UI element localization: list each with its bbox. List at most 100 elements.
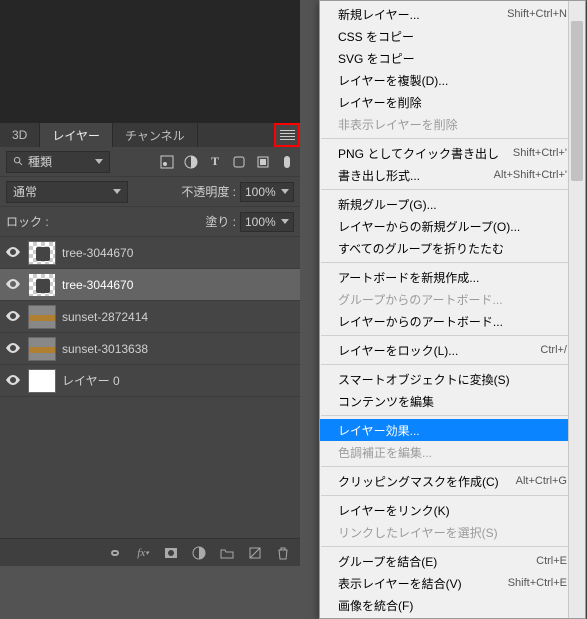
filter-smart-icon[interactable] [256,155,270,169]
panel-menu-button[interactable] [274,123,300,147]
layer-thumbnail[interactable] [28,369,56,393]
visibility-icon[interactable] [4,246,22,260]
menu-item[interactable]: レイヤーからのアートボード... [320,310,585,332]
menu-item-shortcut: Shift+Ctrl+N [507,8,567,20]
layer-row[interactable]: sunset-3013638 [0,333,300,365]
menu-item[interactable]: クリッピングマスクを作成(C)Alt+Ctrl+G [320,470,585,492]
filter-switch[interactable] [280,155,294,169]
visibility-icon[interactable] [4,374,22,388]
menu-separator [321,364,584,365]
menu-item-label: アートボードを新規作成... [338,269,479,286]
filter-type-icon[interactable]: T [208,155,222,169]
filter-adjust-icon[interactable] [184,155,198,169]
dropdown-icon [95,159,103,164]
search-icon [13,156,24,167]
mask-icon[interactable] [164,546,178,560]
menu-item-label: レイヤー効果... [338,422,420,439]
group-icon[interactable] [220,546,234,560]
layer-row[interactable]: tree-3044670 [0,269,300,301]
blend-mode-select[interactable]: 通常 [6,181,128,203]
menu-separator [321,466,584,467]
menu-item: 色調補正を編集... [320,441,585,463]
opacity-field[interactable]: 100% [240,182,294,202]
fill-value: 100% [245,215,276,229]
menu-item-label: レイヤーからの新規グループ(O)... [338,218,520,235]
fill-label: 塗り : [205,213,236,230]
blend-row: 通常 不透明度 : 100% [0,177,300,207]
filter-pixel-icon[interactable] [160,155,174,169]
menu-item: グループからのアートボード... [320,288,585,310]
visibility-icon[interactable] [4,310,22,324]
menu-item[interactable]: アートボードを新規作成... [320,266,585,288]
filter-select[interactable]: 種類 [6,151,110,173]
menu-item-label: グループを結合(E) [338,553,437,570]
tab-layers[interactable]: レイヤー [40,123,113,147]
opacity-label: 不透明度 : [181,183,236,200]
menu-item-label: PNG としてクイック書き出し [338,145,499,162]
menu-item-label: 新規グループ(G)... [338,196,437,213]
layer-thumbnail[interactable] [28,305,56,329]
menu-item-label: レイヤーからのアートボード... [338,313,503,330]
visibility-icon[interactable] [4,278,22,292]
layer-name: レイヤー 0 [62,372,300,389]
menu-item-label: CSS をコピー [338,28,414,45]
menu-item[interactable]: コンテンツを編集 [320,390,585,412]
visibility-icon[interactable] [4,342,22,356]
menu-separator [321,189,584,190]
scrollbar[interactable] [568,1,585,618]
menu-item[interactable]: 新規レイヤー... Shift+Ctrl+N [320,3,585,25]
menu-item-label: 新規レイヤー... [338,6,420,23]
menu-item-label: 画像を統合(F) [338,597,413,614]
new-layer-icon[interactable] [248,546,262,560]
menu-item[interactable]: レイヤーからの新規グループ(O)... [320,215,585,237]
menu-item[interactable]: レイヤーをロック(L)...Ctrl+/ [320,339,585,361]
layer-thumbnail[interactable] [28,241,56,265]
fx-icon[interactable]: fx▾ [136,546,150,560]
layer-thumbnail[interactable] [28,337,56,361]
tab-3d[interactable]: 3D [0,123,40,147]
filter-label: 種類 [28,153,52,170]
menu-separator [321,415,584,416]
menu-item[interactable]: レイヤーをリンク(K) [320,499,585,521]
trash-icon[interactable] [276,546,290,560]
tab-channels[interactable]: チャンネル [113,123,198,147]
menu-item: リンクしたレイヤーを選択(S) [320,521,585,543]
menu-item[interactable]: 表示レイヤーを結合(V)Shift+Ctrl+E [320,572,585,594]
layer-thumbnail[interactable] [28,273,56,297]
menu-item[interactable]: スマートオブジェクトに変換(S) [320,368,585,390]
layer-name: sunset-3013638 [62,342,300,356]
menu-item[interactable]: グループを結合(E) Ctrl+E [320,550,585,572]
menu-item-label: レイヤーをリンク(K) [338,502,450,519]
menu-item-shortcut: Shift+Ctrl+' [513,147,567,159]
menu-item[interactable]: 新規グループ(G)... [320,193,585,215]
menu-separator [321,262,584,263]
menu-separator [321,138,584,139]
menu-item[interactable]: PNG としてクイック書き出し Shift+Ctrl+' [320,142,585,164]
menu-item-label: グループからのアートボード... [338,291,503,308]
menu-item[interactable]: レイヤーを削除 [320,91,585,113]
menu-item-shortcut: Ctrl+E [536,555,567,567]
menu-item[interactable]: すべてのグループを折りたたむ [320,237,585,259]
link-icon[interactable] [108,546,122,560]
menu-item-shortcut: Alt+Ctrl+G [516,475,567,487]
menu-item[interactable]: レイヤーを複製(D)... [320,69,585,91]
layer-row[interactable]: tree-3044670 [0,237,300,269]
adjustment-icon[interactable] [192,546,206,560]
menu-item[interactable]: SVG をコピー [320,47,585,69]
menu-item[interactable]: 書き出し形式...Alt+Shift+Ctrl+' [320,164,585,186]
menu-item-label: スマートオブジェクトに変換(S) [338,371,510,388]
panel-footer: fx▾ [0,538,300,566]
menu-item-label: 表示レイヤーを結合(V) [338,575,462,592]
canvas-area [0,0,300,123]
scrollbar-thumb[interactable] [571,21,583,181]
menu-item-label: 非表示レイヤーを削除 [338,116,458,133]
fill-field[interactable]: 100% [240,212,294,232]
menu-item[interactable]: CSS をコピー [320,25,585,47]
menu-item[interactable]: レイヤー効果... [320,419,585,441]
menu-separator [321,495,584,496]
menu-item[interactable]: 画像を統合(F) [320,594,585,616]
filter-shape-icon[interactable] [232,155,246,169]
layer-row[interactable]: sunset-2872414 [0,301,300,333]
layer-name: tree-3044670 [62,246,300,260]
layer-row[interactable]: レイヤー 0 [0,365,300,397]
